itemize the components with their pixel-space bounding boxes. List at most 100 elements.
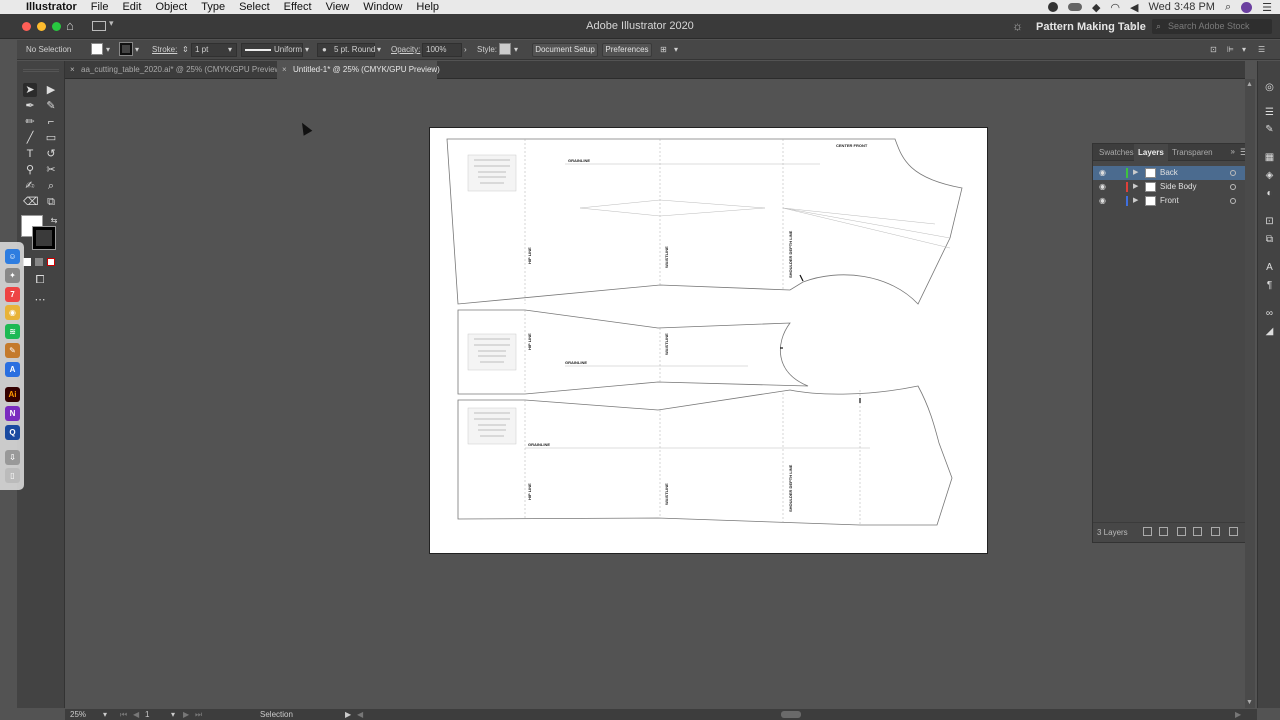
onenote-icon[interactable]: N (5, 406, 20, 421)
export-icon[interactable] (1143, 527, 1152, 536)
tab-untitled-1[interactable]: × Untitled-1* @ 25% (CMYK/GPU Preview) (277, 61, 440, 79)
color-mode-icon[interactable] (23, 258, 31, 266)
clock-text[interactable]: Wed 3:48 PM (1149, 1, 1215, 13)
expand-arrow-icon[interactable]: ▶ (1133, 194, 1138, 208)
expand-arrow-icon[interactable]: ▶ (1133, 166, 1138, 180)
scroll-left-icon[interactable]: ◀ (357, 709, 363, 720)
layer-target-icon[interactable] (1230, 170, 1236, 176)
menu-icon[interactable]: ☰ (1258, 45, 1265, 54)
chevron-down-icon[interactable]: ▾ (171, 709, 175, 720)
menu-help[interactable]: Help (416, 1, 439, 13)
zoom-level[interactable]: 25% (70, 709, 86, 720)
expand-arrow-icon[interactable]: ▶ (1133, 180, 1138, 194)
chevron-down-icon[interactable]: ▾ (106, 45, 110, 54)
chevron-down-icon[interactable]: ▾ (228, 45, 232, 54)
spotify-icon[interactable]: ≋ (5, 324, 20, 339)
type-tool-icon[interactable]: T (23, 147, 37, 161)
properties-icon[interactable]: ◎ (1263, 81, 1276, 94)
layer-target-icon[interactable] (1230, 198, 1236, 204)
document-setup-button[interactable]: Document Setup (532, 43, 598, 57)
transparency-icon[interactable]: ◐ (1263, 187, 1276, 200)
variable-width-profile[interactable]: Uniform (241, 43, 303, 57)
new-layer-icon[interactable] (1211, 527, 1220, 536)
tab-cutting-table[interactable]: × aa_cutting_table_2020.ai* @ 25% (CMYK/… (65, 61, 283, 79)
horizontal-scroll-thumb[interactable] (781, 711, 801, 718)
menu-object[interactable]: Object (155, 1, 187, 13)
spotlight-icon[interactable]: ⌕ (1225, 1, 1231, 14)
trash-icon[interactable]: ▯ (5, 468, 20, 483)
visibility-eye-icon[interactable]: ◉ (1099, 180, 1106, 194)
layer-row-front[interactable]: ◉ ▶ Front (1093, 194, 1251, 208)
scroll-down-icon[interactable]: ▼ (1246, 699, 1253, 706)
pencil-app-icon[interactable]: ✎ (5, 343, 20, 358)
libraries-icon[interactable]: ☰ (1263, 106, 1276, 119)
search-adobe-stock-input[interactable]: ⌕ Search Adobe Stock (1152, 19, 1272, 34)
paintbrush-tool-icon[interactable]: ✍ (23, 179, 37, 193)
menu-effect[interactable]: Effect (284, 1, 312, 13)
menu-file[interactable]: File (91, 1, 109, 13)
tab-transparency[interactable]: Transparen (1168, 144, 1217, 161)
transform-icon[interactable]: ⊡ (1263, 215, 1276, 228)
scissors-tool-icon[interactable]: ✂ (44, 163, 58, 177)
paragraph-icon[interactable]: ¶ (1263, 279, 1276, 292)
selection-tool-icon[interactable]: ➤ (23, 83, 37, 97)
screen-mode-icon[interactable]: ⧠ (33, 273, 47, 287)
artboard-number[interactable]: 1 (145, 709, 149, 720)
artboard[interactable]: CENTER FRONT GRAINLINE GRAINLINE GRAINLI… (429, 127, 988, 554)
swatches-icon[interactable]: ▦ (1263, 151, 1276, 164)
close-tab-icon[interactable]: × (282, 61, 287, 79)
menu-type[interactable]: Type (201, 1, 225, 13)
panel-grip[interactable] (23, 69, 59, 72)
layers-icon[interactable]: ◈ (1263, 169, 1276, 182)
gradient-mode-icon[interactable] (35, 258, 43, 266)
eraser-tool-icon[interactable]: ⌫ (23, 195, 39, 209)
zoom-tool-icon[interactable]: ⌕ (44, 179, 58, 193)
trash-icon[interactable] (1229, 527, 1238, 536)
stepper-icon[interactable]: ⇕ (182, 45, 189, 54)
line-tool-icon[interactable]: ╱ (23, 131, 37, 145)
opacity-field[interactable]: 100% (422, 43, 462, 57)
previous-artboard-icon[interactable]: ◀ (133, 709, 139, 720)
layer-name[interactable]: Front (1160, 194, 1179, 208)
menu-view[interactable]: View (326, 1, 350, 13)
locate-object-icon[interactable] (1159, 527, 1168, 536)
notification-center-icon[interactable]: ☰ (1262, 1, 1272, 14)
chevron-down-icon[interactable]: ▾ (135, 45, 139, 54)
fill-swatch[interactable] (91, 43, 103, 55)
opacity-label[interactable]: Opacity: (391, 45, 420, 54)
tab-layers[interactable]: Layers (1134, 144, 1168, 161)
swap-colors-icon[interactable]: ⇆ (47, 214, 61, 228)
stroke-color-box[interactable] (32, 226, 56, 250)
illustrator-icon[interactable]: Ai (5, 387, 20, 402)
artboard-tool-icon[interactable]: ⧉ (44, 195, 58, 209)
pencil-tool-icon[interactable]: ✏ (23, 115, 37, 129)
last-artboard-icon[interactable]: ⏭ (195, 709, 202, 720)
chevron-down-icon[interactable]: ▾ (305, 45, 309, 54)
eyedropper-tool-icon[interactable]: ⚲ (23, 163, 37, 177)
finder-icon[interactable]: ☺ (5, 249, 20, 264)
app-store-icon[interactable]: A (5, 362, 20, 377)
calendar-icon[interactable]: 7 (5, 287, 20, 302)
pathfinder-icon[interactable]: ⧉ (1263, 233, 1276, 246)
links-icon[interactable]: ∞ (1263, 307, 1276, 320)
chevron-down-icon[interactable]: ▾ (1242, 45, 1246, 54)
first-artboard-icon[interactable]: ⏮ (120, 709, 127, 720)
layer-target-icon[interactable] (1230, 184, 1236, 190)
wifi-icon[interactable]: ◠ (1110, 1, 1120, 14)
visibility-eye-icon[interactable]: ◉ (1099, 166, 1106, 180)
layer-row-side-body[interactable]: ◉ ▶ Side Body (1093, 180, 1251, 194)
align-panel-icon[interactable]: ⊫ (1227, 45, 1234, 54)
chevron-down-icon[interactable]: ▾ (514, 45, 518, 54)
creative-cloud-icon[interactable] (1067, 3, 1082, 11)
close-tab-icon[interactable]: × (70, 61, 75, 79)
vertical-scrollbar[interactable]: ▲ ▼ (1245, 79, 1255, 708)
visibility-eye-icon[interactable]: ◉ (1099, 194, 1106, 208)
curvature-tool-icon[interactable]: ✎ (44, 99, 58, 113)
user-avatar-icon[interactable] (1241, 1, 1253, 13)
chevron-down-icon[interactable]: ▾ (674, 45, 678, 54)
downloads-icon[interactable]: ⇩ (5, 450, 20, 465)
chevron-right-icon[interactable]: ▶ (345, 709, 351, 720)
chevron-down-icon[interactable]: ▾ (377, 45, 381, 54)
make-clipping-mask-icon[interactable] (1177, 527, 1186, 536)
chevron-down-icon[interactable]: ▾ (103, 709, 107, 720)
